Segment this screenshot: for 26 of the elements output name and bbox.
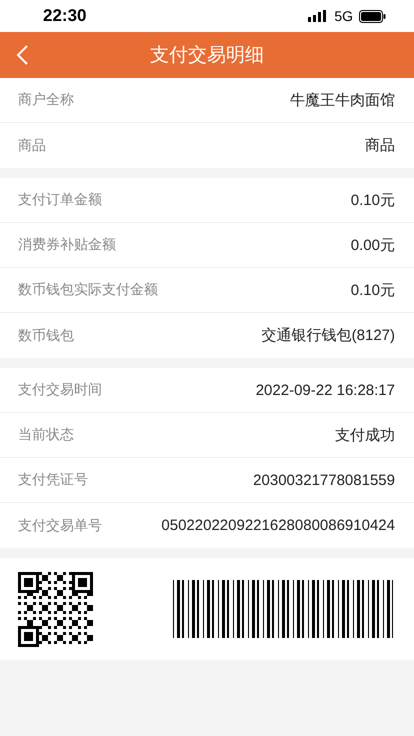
field-label: 当前状态 [18, 426, 74, 444]
field-label: 数币钱包 [18, 326, 74, 344]
field-value: 商品 [365, 136, 395, 155]
field-value: 支付成功 [335, 426, 395, 444]
field-label: 商品 [18, 136, 46, 154]
field-label: 支付凭证号 [18, 471, 88, 489]
field-value: 20300321778081559 [253, 472, 395, 488]
field-value: 交通银行钱包(8127) [262, 326, 395, 345]
battery-icon [359, 10, 386, 22]
back-icon[interactable] [16, 45, 28, 65]
field-label: 商户全称 [18, 91, 74, 109]
page-title: 支付交易明细 [150, 44, 264, 68]
field-label: 支付订单金额 [18, 191, 102, 209]
field-value: 0502202209221628080086910424 [161, 517, 395, 534]
signal-icon [308, 10, 328, 22]
field-label: 支付交易单号 [18, 516, 102, 534]
field-value: 牛魔王牛肉面馆 [290, 90, 395, 110]
field-label: 支付交易时间 [18, 381, 102, 399]
field-value: 0.10元 [350, 190, 395, 210]
field-value: 0.00元 [350, 236, 395, 254]
field-label: 消费券补贴金额 [18, 236, 116, 254]
network-label: 5G [334, 8, 353, 24]
field-value: 0.10元 [350, 280, 395, 300]
status-time: 22:30 [43, 6, 86, 26]
field-value: 2022-09-22 16:28:17 [256, 382, 395, 398]
field-label: 数币钱包实际支付金额 [18, 281, 158, 299]
